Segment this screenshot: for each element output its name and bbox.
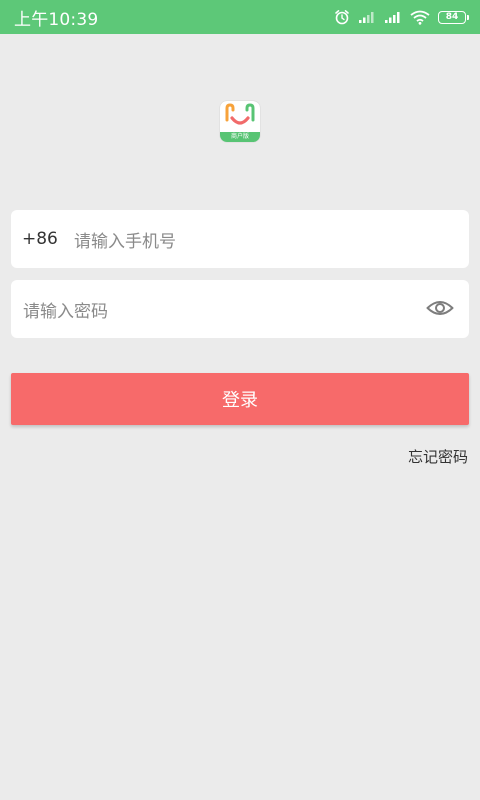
signal-icon (384, 10, 402, 24)
status-time: 上午10:39 (14, 9, 99, 30)
alarm-icon (334, 9, 350, 25)
signal-icon (358, 10, 376, 24)
forgot-password-link[interactable]: 忘记密码 (408, 446, 468, 467)
eye-icon[interactable] (426, 297, 454, 323)
password-input[interactable]: 请输入密码 (23, 297, 108, 322)
password-field[interactable]: 请输入密码 (11, 280, 469, 338)
battery-level: 84 (445, 11, 459, 22)
phone-field[interactable]: +86 请输入手机号 (11, 210, 469, 268)
battery-icon: 84 (438, 10, 469, 24)
wifi-icon (410, 10, 430, 25)
phone-input[interactable]: 请输入手机号 (74, 227, 176, 252)
status-bar: 上午10:39 84 (0, 0, 480, 34)
country-code[interactable]: +86 (22, 229, 74, 249)
status-icons: 84 (334, 9, 469, 25)
logo-label: 商户版 (220, 132, 260, 142)
login-button[interactable]: 登录 (11, 373, 469, 425)
app-logo: 商户版 (220, 101, 260, 142)
